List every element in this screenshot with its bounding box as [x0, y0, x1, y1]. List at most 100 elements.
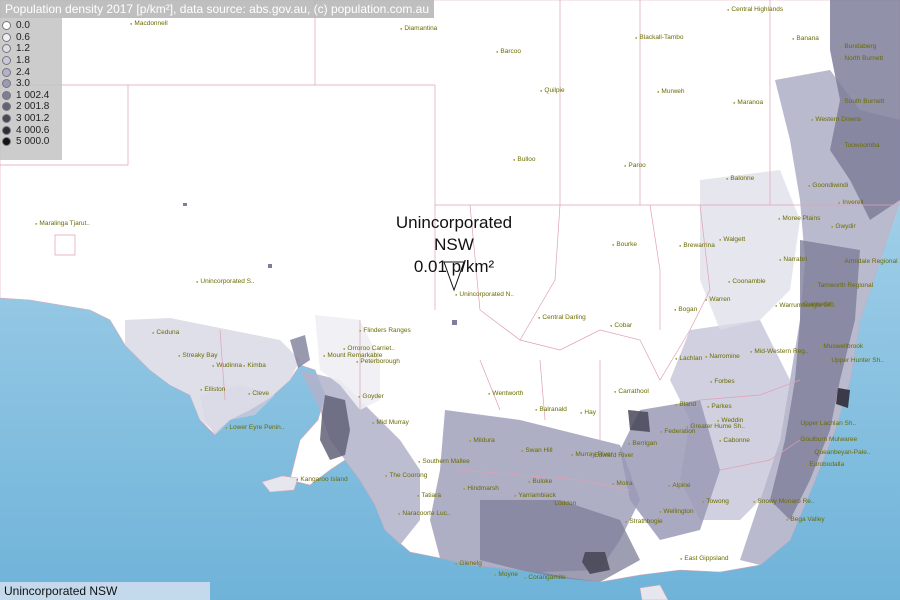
place-label: Hindmarsh: [463, 485, 498, 492]
place-label: Central Highlands: [727, 6, 783, 13]
place-label: Balranald: [535, 406, 566, 413]
place-label: Central Darling: [538, 314, 585, 321]
legend-item: 2.4: [0, 66, 62, 78]
place-label: Coonamble: [728, 278, 765, 285]
legend-label: 1.8: [16, 55, 30, 67]
legend-label: 1 002.4: [16, 89, 50, 101]
legend-item: 2 001.8: [0, 101, 62, 113]
place-label: Paroo: [624, 162, 645, 169]
callout-region-name: Unincorporated NSW: [395, 213, 513, 254]
place-label: Bulloo: [513, 156, 535, 163]
place-label: Inverell: [838, 199, 863, 206]
place-label: Loddon: [550, 500, 576, 507]
place-label: Moyne: [494, 571, 518, 578]
place-label: Goondiwindi: [808, 182, 848, 189]
place-label: Federation: [660, 428, 695, 435]
place-label: Alpine: [668, 482, 690, 489]
place-label: Parkes: [707, 403, 731, 410]
place-label: Walgett: [719, 236, 745, 243]
place-label: Unincorporated N..: [455, 291, 514, 298]
place-label: South Burnett: [840, 98, 884, 105]
legend-label: 5 000.0: [16, 136, 50, 148]
place-label: Orroroo Carriet..: [343, 345, 394, 352]
legend-swatch: [2, 114, 11, 124]
legend-item: 3.0: [0, 78, 62, 90]
speck: [268, 264, 272, 268]
place-label: Kangaroo Island: [296, 476, 347, 483]
place-label: Flinders Ranges: [359, 327, 410, 334]
place-label: Diamantina: [400, 25, 437, 32]
place-label: The Coorong: [385, 472, 427, 479]
legend-item: 3 001.2: [0, 113, 62, 125]
place-label: Mid-Western Reg..: [750, 348, 808, 355]
place-label: Corangamite: [524, 574, 565, 581]
legend-swatch: [2, 21, 11, 31]
place-label: Muswellbrook: [819, 343, 863, 350]
legend-label: 0.6: [16, 31, 30, 43]
place-label: Naracoorte Luc..: [398, 510, 450, 517]
place-label: Elliston: [200, 386, 225, 393]
place-label: Strathbogie: [625, 518, 662, 525]
place-label: Kimba: [243, 362, 265, 369]
place-label: Warren: [705, 296, 730, 303]
selected-region-label: Unincorporated NSW: [0, 582, 210, 600]
place-label: Edward River: [590, 452, 633, 459]
legend-item: 4 000.6: [0, 124, 62, 136]
place-label: Murweh: [657, 88, 684, 95]
place-label: Lachlan: [675, 355, 702, 362]
place-label: Tamworth Regional: [813, 282, 873, 289]
place-label: North Burnett: [840, 55, 883, 62]
legend-item: 1.8: [0, 55, 62, 67]
place-label: Yarriambiack: [514, 492, 555, 499]
place-label: Mid Murray: [372, 419, 409, 426]
legend-item: 0.6: [0, 32, 62, 44]
place-label: East Gippsland: [680, 555, 728, 562]
legend-label: 2.4: [16, 66, 30, 78]
place-label: Moree Plains: [778, 215, 820, 222]
legend-swatch: [2, 102, 11, 112]
legend-item: 0.0: [0, 20, 62, 32]
density-legend: 0.0 0.6 1.2 1.8 2.4 3.0 1 002.4 2 001.8 3 001.2 4…: [0, 18, 62, 160]
place-label: Barcoo: [496, 48, 521, 55]
place-label: Swan Hill: [521, 447, 552, 454]
legend-swatch: [2, 67, 11, 77]
place-label: Narrabri: [779, 256, 806, 263]
legend-swatch: [2, 125, 11, 135]
place-label: Cleve: [248, 390, 269, 397]
place-label: Peterborough: [356, 358, 399, 365]
place-label: Tatiara: [417, 492, 441, 499]
place-label: Carrathool: [614, 388, 648, 395]
legend-swatch: [2, 79, 11, 89]
place-label: Bland: [675, 401, 696, 408]
place-label: Macdonnell: [130, 20, 167, 27]
legend-label: 1.2: [16, 43, 30, 55]
place-label: Armidale Regional: [840, 258, 897, 265]
place-label: Wentworth: [488, 390, 523, 397]
callout-density-value: 0.01 p/km²: [413, 257, 495, 276]
legend-label: 3 001.2: [16, 113, 50, 125]
legend-swatch: [2, 137, 11, 147]
legend-item: 5 000.0: [0, 136, 62, 148]
place-label: Wudinna: [212, 362, 242, 369]
place-label: Queanbeyan-Pale..: [810, 449, 870, 456]
legend-label: 4 000.6: [16, 124, 50, 136]
place-label: Quilpie: [540, 87, 564, 94]
place-label: Moira: [612, 480, 632, 487]
place-label: Upper Lachlan Sh..: [796, 420, 856, 427]
legend-item: 1.2: [0, 43, 62, 55]
place-label: Unincorporated S..: [196, 278, 254, 285]
place-label: Ceduna: [152, 329, 179, 336]
legend-swatch: [2, 56, 11, 66]
place-label: Cobar: [610, 322, 632, 329]
place-label: Lower Eyre Penin..: [225, 424, 284, 431]
place-label: Bogan: [674, 306, 697, 313]
place-label: Berrigan: [628, 440, 657, 447]
place-label: Streaky Bay: [178, 352, 217, 359]
place-label: Buloke: [528, 478, 552, 485]
place-label: Balonne: [726, 175, 754, 182]
region-callout: Unincorporated NSW 0.01 p/km²: [374, 212, 534, 278]
legend-swatch: [2, 32, 11, 42]
place-label: Bega Valley: [786, 516, 824, 523]
place-label: Brewarrina: [679, 242, 714, 249]
place-label: Southern Mallee: [418, 458, 469, 465]
